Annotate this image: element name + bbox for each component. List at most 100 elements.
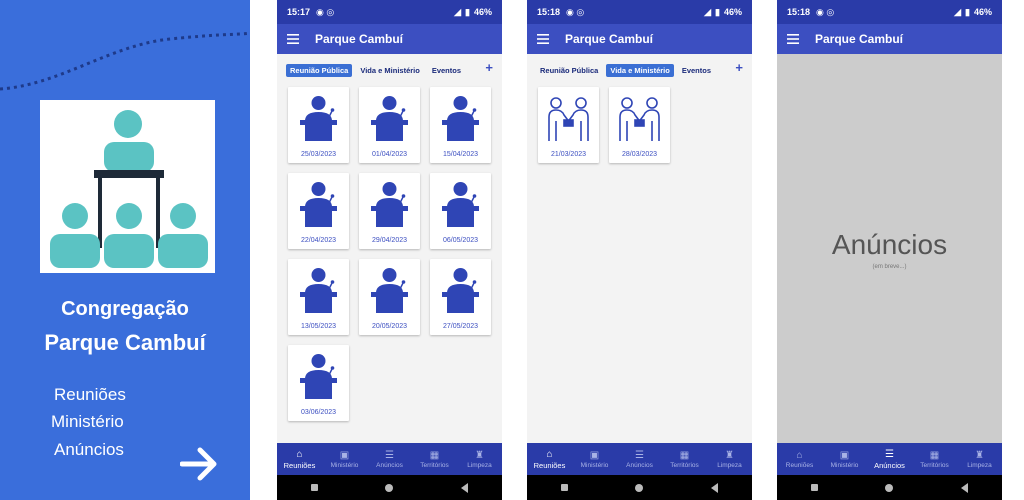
nav-label: Ministério [580, 461, 609, 469]
meeting-date: 06/05/2023 [442, 237, 479, 244]
meeting-card[interactable]: 21/03/2023 [538, 87, 599, 163]
nav-label: Ministério [830, 461, 859, 469]
recents-button[interactable] [560, 484, 568, 491]
nav-label: Ministério [330, 461, 359, 469]
home-icon: ⌂ [546, 448, 553, 460]
app-title: Parque Cambuí [315, 32, 404, 46]
back-button[interactable] [711, 482, 719, 493]
nav-label: Territórios [670, 461, 699, 469]
meeting-card[interactable]: 01/04/2023 [359, 87, 420, 163]
system-navigation-bar [277, 475, 502, 500]
home-button[interactable] [385, 483, 394, 492]
tab-item[interactable]: Vida e Ministério [606, 63, 674, 77]
signal-icon: ◢ [454, 6, 462, 17]
hamburger-menu-icon[interactable] [787, 34, 799, 44]
home-icon: ⌂ [296, 448, 303, 460]
nav-item[interactable]: ⌂ Reuniões [777, 443, 822, 475]
meeting-card[interactable]: 06/05/2023 [430, 173, 491, 249]
nav-item[interactable]: ⌂ Reuniões [277, 443, 322, 475]
nav-item[interactable]: ▣ Ministério [322, 443, 367, 475]
status-right: ◢ ▮ 46% [454, 7, 492, 18]
meeting-card[interactable]: 22/04/2023 [288, 173, 349, 249]
hamburger-menu-icon[interactable] [537, 34, 549, 44]
content-placeholder: Anúncios (em breve...) [777, 54, 1002, 443]
back-button[interactable] [961, 482, 969, 493]
nav-item[interactable]: ♜ Limpeza [957, 443, 1002, 475]
phone-screen: 15:18 ◉ ◎ ◢ ▮ 46% Parque Cambuí Reunião P… [527, 0, 752, 500]
placeholder-subtitle: (em breve...) [872, 264, 907, 270]
nav-item[interactable]: ▦ Territórios [412, 443, 457, 475]
nav-item[interactable]: ▣ Ministério [572, 443, 617, 475]
add-icon[interactable]: + [735, 60, 743, 75]
tab-item[interactable]: Eventos [428, 64, 465, 77]
home-button[interactable] [885, 483, 894, 492]
nav-label: Territórios [920, 461, 949, 469]
broom-icon: ♜ [475, 449, 484, 461]
meeting-card[interactable]: 13/05/2023 [288, 259, 349, 335]
map-icon: ▦ [929, 449, 940, 461]
bottom-navigation: ⌂ Reuniões ▣ Ministério ☰ Anúncios ▦ Ter… [777, 443, 1002, 475]
app-title: Parque Cambuí [565, 32, 654, 46]
broom-icon: ♜ [725, 449, 734, 461]
meeting-card[interactable]: 15/04/2023 [430, 87, 491, 163]
tab-item[interactable]: Reunião Pública [536, 64, 602, 77]
meeting-card[interactable]: 03/06/2023 [288, 345, 349, 421]
hamburger-menu-icon[interactable] [287, 34, 299, 44]
signal-icon: ◢ [704, 6, 712, 17]
nav-item[interactable]: ▦ Territórios [912, 443, 957, 475]
tab-bar: Reunião Pública Vida e Ministério Eventos + [527, 60, 752, 78]
nav-label: Reuniões [533, 460, 566, 470]
tab-item[interactable]: Vida e Ministério [356, 64, 423, 77]
nav-label: Limpeza [467, 461, 492, 469]
nav-label: Territórios [420, 461, 449, 469]
status-right: ◢ ▮ 46% [954, 7, 992, 18]
app-title: Parque Cambuí [815, 32, 904, 46]
promo-title-line2: Parque Cambuí [44, 330, 206, 355]
meeting-date: 03/06/2023 [300, 409, 337, 416]
meeting-card[interactable]: 27/05/2023 [430, 259, 491, 335]
broom-icon: ♜ [975, 449, 984, 461]
system-navigation-bar [527, 475, 752, 500]
tab-bar: Reunião Pública Vida e Ministério Eventos + [277, 60, 502, 78]
meeting-date: 20/05/2023 [371, 323, 408, 330]
system-navigation-bar [777, 475, 1002, 500]
recents-button[interactable] [310, 484, 318, 491]
meeting-card[interactable]: 29/04/2023 [359, 173, 420, 249]
status-time: 15:18 [537, 7, 561, 17]
status-right: ◢ ▮ 46% [704, 7, 742, 18]
arrow-right-icon [180, 447, 217, 481]
status-bar: 15:18 ◉ ◎ ◢ ▮ 46% [777, 0, 1002, 24]
map-icon: ▦ [429, 449, 440, 461]
nav-item[interactable]: ▣ Ministério [822, 443, 867, 475]
battery-icon: ▮ [965, 6, 970, 17]
notification-icons: ◉ ◎ [316, 6, 335, 17]
meeting-card[interactable]: 20/05/2023 [359, 259, 420, 335]
nav-item[interactable]: ☰ Anúncios [867, 443, 912, 475]
nav-label: Reuniões [283, 460, 316, 470]
list-icon: ☰ [635, 449, 644, 461]
app-bar: Parque Cambuí [777, 24, 1002, 54]
home-button[interactable] [635, 483, 644, 492]
map-icon: ▦ [679, 449, 690, 461]
nav-item[interactable]: ▦ Territórios [662, 443, 707, 475]
meeting-card[interactable]: 28/03/2023 [609, 87, 670, 163]
meeting-card[interactable]: 25/03/2023 [288, 87, 349, 163]
feature-ministry: Ministério [51, 412, 124, 431]
tab-item[interactable]: Reunião Pública [286, 63, 353, 77]
nav-item[interactable]: ♜ Limpeza [457, 443, 502, 475]
list-icon: ☰ [885, 448, 894, 460]
nav-item[interactable]: ⌂ Reuniões [527, 443, 572, 475]
nav-label: Anúncios [626, 461, 653, 469]
recents-button[interactable] [810, 484, 818, 491]
add-icon[interactable]: + [485, 60, 493, 75]
nav-item[interactable]: ♜ Limpeza [707, 443, 752, 475]
nav-item[interactable]: ☰ Anúncios [367, 443, 412, 475]
nav-label: Reuniões [785, 461, 814, 469]
back-button[interactable] [461, 482, 469, 493]
tab-item[interactable]: Eventos [678, 64, 715, 77]
promo-panel: Congregação Parque Cambuí Reuniões Minis… [0, 0, 250, 500]
nav-item[interactable]: ☰ Anúncios [617, 443, 662, 475]
nav-label: Limpeza [967, 461, 992, 469]
meeting-date: 21/03/2023 [550, 151, 587, 158]
meeting-date: 15/04/2023 [442, 151, 479, 158]
